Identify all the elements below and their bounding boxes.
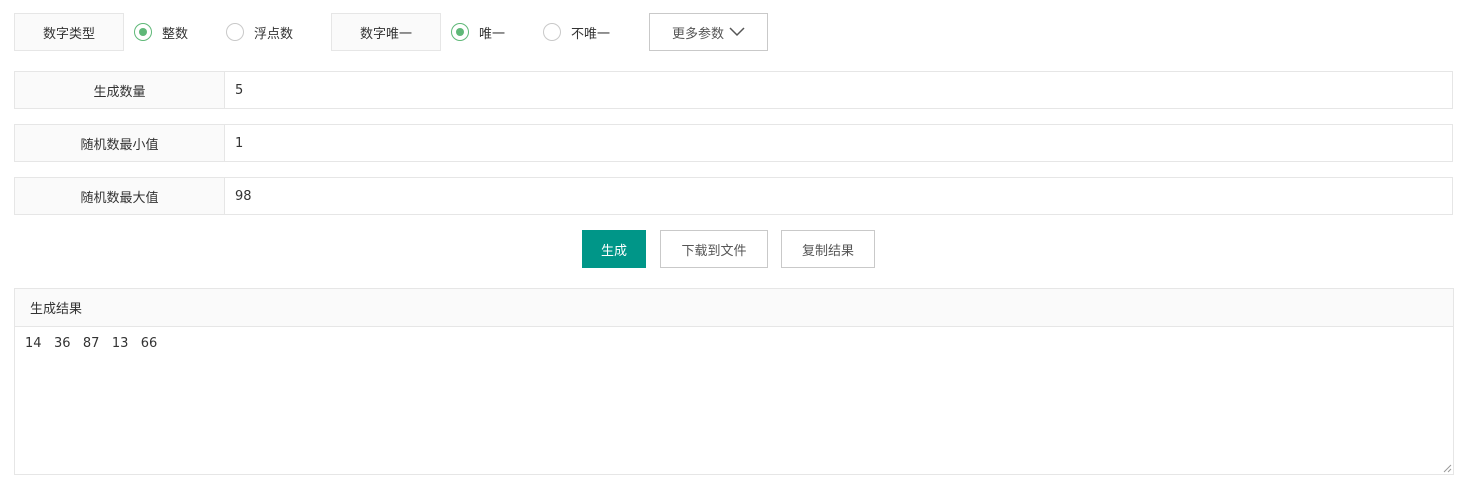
- count-row: 生成数量: [14, 71, 1453, 109]
- min-label: 随机数最小值: [15, 125, 225, 161]
- radio-not-unique-label[interactable]: 不唯一: [571, 23, 610, 42]
- radio-selected-dot: [456, 28, 464, 36]
- number-type-label-text: 数字类型: [42, 26, 95, 42]
- radio-integer[interactable]: 整数: [134, 13, 188, 51]
- resize-grip-icon[interactable]: [1443, 464, 1452, 473]
- radio-integer-circle[interactable]: [134, 23, 152, 41]
- radio-float[interactable]: 浮点数: [226, 13, 293, 51]
- radio-unique-label[interactable]: 唯一: [479, 23, 505, 42]
- radio-float-circle[interactable]: [226, 23, 244, 41]
- number-type-label: 数字类型: [14, 13, 124, 51]
- uniqueness-label: 数字唯一: [331, 13, 441, 51]
- radio-float-label[interactable]: 浮点数: [254, 23, 293, 42]
- chevron-down-icon[interactable]: [729, 27, 745, 37]
- copy-result-button[interactable]: 复制结果: [781, 230, 875, 268]
- download-button[interactable]: 下载到文件: [660, 230, 768, 268]
- radio-not-unique-circle[interactable]: [543, 23, 561, 41]
- count-label: 生成数量: [15, 72, 225, 108]
- uniqueness-label-text: 数字唯一: [359, 26, 412, 42]
- max-label: 随机数最大值: [15, 178, 225, 214]
- result-title: 生成结果: [30, 302, 83, 317]
- min-input[interactable]: [225, 125, 1452, 161]
- more-params-label[interactable]: 更多参数: [672, 23, 724, 42]
- result-textarea[interactable]: 14 36 87 13 66: [15, 327, 1453, 474]
- radio-unique-circle[interactable]: [451, 23, 469, 41]
- radio-selected-dot: [139, 28, 147, 36]
- result-header: 生成结果: [15, 289, 1453, 327]
- radio-not-unique[interactable]: 不唯一: [543, 13, 610, 51]
- radio-integer-label[interactable]: 整数: [162, 23, 188, 42]
- generate-button[interactable]: 生成: [582, 230, 646, 268]
- min-row: 随机数最小值: [14, 124, 1453, 162]
- max-row: 随机数最大值: [14, 177, 1453, 215]
- result-panel: 生成结果 14 36 87 13 66: [14, 288, 1454, 475]
- max-input[interactable]: [225, 178, 1452, 214]
- radio-unique[interactable]: 唯一: [451, 13, 505, 51]
- more-params-button[interactable]: 更多参数: [649, 13, 768, 51]
- count-input[interactable]: [225, 72, 1452, 108]
